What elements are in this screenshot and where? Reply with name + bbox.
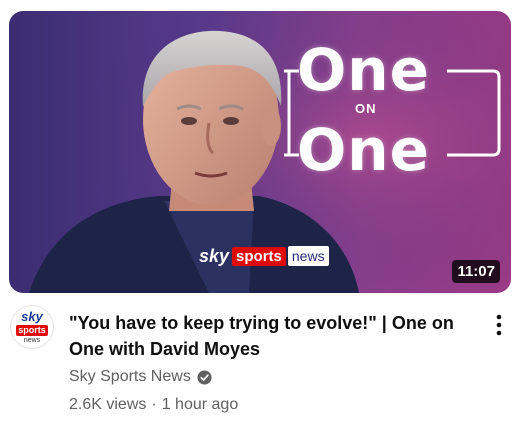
video-thumbnail[interactable]: One ON One sky sports news 11:07: [9, 11, 511, 293]
video-title[interactable]: "You have to keep trying to evolve!" | O…: [69, 310, 479, 362]
upload-age: 1 hour ago: [161, 396, 239, 413]
sky-sports-news-logo: sky sports news: [199, 245, 329, 267]
avatar-news-text: news: [23, 337, 41, 344]
brand-news-text: news: [287, 246, 329, 266]
avatar-sports-text: sports: [16, 325, 48, 336]
meta-separator: ·: [151, 396, 157, 413]
view-count: 2.6K views: [69, 396, 147, 413]
video-card[interactable]: One ON One sky sports news 11:07 sky spo…: [0, 0, 522, 429]
video-duration-badge: 11:07: [452, 260, 500, 283]
channel-avatar[interactable]: sky sports news: [10, 305, 54, 349]
video-metadata: 2.6K views · 1 hour ago: [69, 396, 238, 414]
verified-check-icon: [197, 369, 212, 385]
more-vertical-icon[interactable]: [488, 312, 510, 338]
avatar-sky-text: sky: [21, 309, 43, 324]
channel-name: Sky Sports News: [69, 368, 191, 385]
brand-sky-text: sky: [199, 245, 230, 266]
channel-name-link[interactable]: Sky Sports News: [69, 368, 212, 386]
brand-sports-text: sports: [232, 246, 286, 266]
